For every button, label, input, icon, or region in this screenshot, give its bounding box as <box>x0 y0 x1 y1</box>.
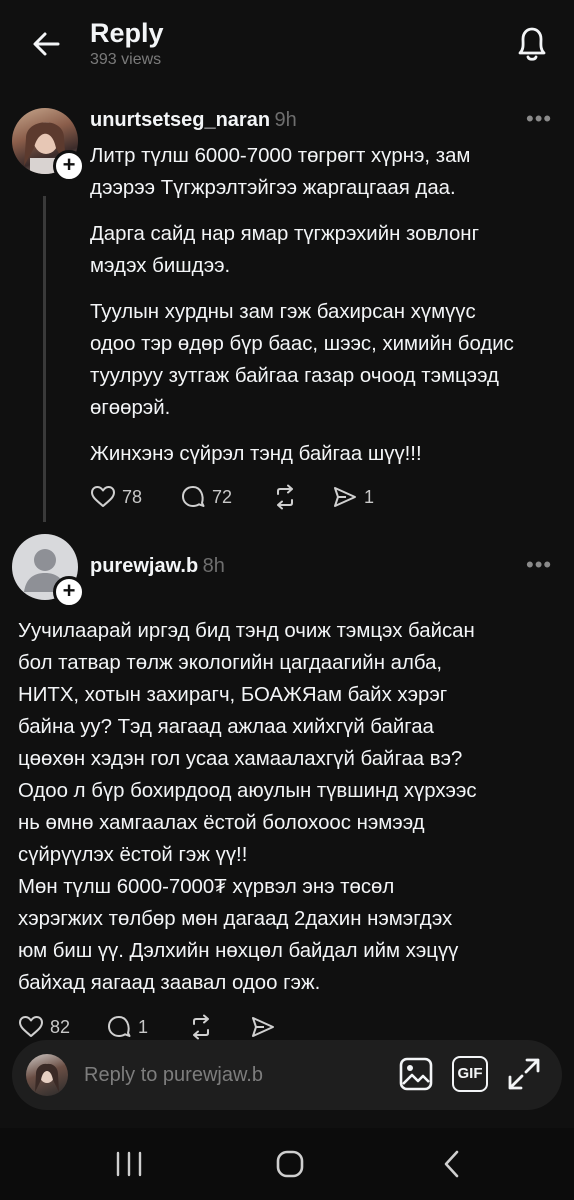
page-title: Reply <box>90 18 164 48</box>
timestamp: 8h <box>202 555 225 577</box>
comment-button[interactable]: 72 <box>180 484 232 510</box>
post-line: Мөн түлш 6000-7000₮ хүрвэл энэ төсөл <box>18 876 395 898</box>
top-app-bar: Reply 393 views <box>0 0 574 88</box>
system-navigation-bar <box>0 1128 574 1200</box>
post-line: бол татвар төлж экологийн цагдаагийн алб… <box>18 652 443 674</box>
post-line: Одоо л бүр бохирдоод аюулын түвшинд хүрх… <box>18 780 477 802</box>
post-line: хэрэгжих төлбөр мөн дагаад 2дахин нэмэгд… <box>18 908 453 930</box>
comment-count: 72 <box>212 486 233 507</box>
post-line: байна уу? Тэд яагаад ажлаа хийхгүй байга… <box>18 716 434 738</box>
post-line: цөөхөн хэдэн гол усаа хамаалахгүй байгаа… <box>18 748 463 770</box>
comment-button[interactable]: 1 <box>106 1014 148 1040</box>
post-line: туулруу зутгаж байгаа газар очоод тэмцээ… <box>90 365 499 387</box>
post-meta: unurtsetseg_naran 9h <box>90 109 297 132</box>
follow-plus-icon[interactable]: + <box>53 576 85 608</box>
more-icon[interactable]: ••• <box>526 106 552 132</box>
share-button[interactable] <box>250 1014 276 1040</box>
expand-icon[interactable] <box>506 1056 542 1097</box>
post-line: Литр түлш 6000-7000 төгрөгт хүрнэ, зам <box>90 145 471 167</box>
share-icon <box>334 487 356 507</box>
heart-icon <box>19 1016 43 1037</box>
repost-icon <box>277 484 293 510</box>
like-count: 78 <box>122 486 143 507</box>
back-arrow-icon[interactable] <box>28 24 68 64</box>
gif-icon[interactable]: GIF <box>452 1056 488 1092</box>
recents-icon[interactable] <box>112 1150 146 1183</box>
like-button[interactable]: 78 <box>90 484 142 510</box>
post-line: өгөөрэй. <box>90 397 171 419</box>
home-icon[interactable] <box>274 1148 306 1185</box>
repost-button[interactable] <box>272 484 298 510</box>
post-line: НИТХ, хотын захирагч, БОАЖЯам байх хэрэг <box>18 684 448 706</box>
post-line: мэдэх бишдээ. <box>90 255 231 277</box>
share-count: 1 <box>364 486 375 507</box>
more-icon[interactable]: ••• <box>526 552 552 578</box>
post-body: Литр түлш 6000-7000 төгрөгт хүрнэ, зам д… <box>90 140 560 470</box>
username[interactable]: unurtsetseg_naran <box>90 109 270 131</box>
bell-icon[interactable] <box>512 22 552 64</box>
share-button[interactable]: 1 <box>332 484 374 510</box>
reply-input[interactable]: Reply to purewjaw.b <box>84 1064 263 1087</box>
post-line: байхад яагаад заавал одоо гэж. <box>18 972 321 994</box>
comment-count: 1 <box>138 1016 149 1037</box>
post-line: одоо тэр өдөр бүр баас, шээс, химийн бод… <box>90 333 514 355</box>
comment-icon <box>182 486 205 507</box>
post-line: сүйрүүлэх ёстой гэж үү!! <box>18 844 248 866</box>
avatar <box>26 1054 68 1096</box>
like-button[interactable]: 82 <box>18 1014 70 1040</box>
view-count: 393 views <box>90 51 162 68</box>
post-line: юм биш үү. Дэлхийн нөхцөл байдал ийм хэц… <box>18 940 459 962</box>
post-line: дээрээ Түгжрэлтэйгээ жаргацгаая даа. <box>90 177 456 199</box>
heart-icon <box>91 486 115 507</box>
post-meta: purewjaw.b 8h <box>90 555 225 578</box>
comment-icon <box>108 1016 131 1037</box>
post-line: Жинхэнэ сүйрэл тэнд байгаа шүү!!! <box>90 443 422 465</box>
like-count: 82 <box>50 1016 71 1037</box>
timestamp: 9h <box>274 109 297 131</box>
thread-line <box>43 196 46 522</box>
nav-back-icon[interactable] <box>438 1148 466 1185</box>
post-line: Уучилаарай иргэд бид тэнд очиж тэмцэх ба… <box>18 620 475 642</box>
post-body: Уучилаарай иргэд бид тэнд очиж тэмцэх ба… <box>18 615 563 999</box>
post-line: нь өмнө хамгаалах ёстой болохоос нэмээд <box>18 812 425 834</box>
post-line: Туулын хурдны зам гэж бахирсан хүмүүс <box>90 301 476 323</box>
share-icon <box>252 1017 274 1037</box>
follow-plus-icon[interactable]: + <box>53 150 85 182</box>
repost-icon <box>193 1014 209 1040</box>
username[interactable]: purewjaw.b <box>90 555 198 577</box>
image-icon[interactable] <box>398 1056 434 1097</box>
post-line: Дарга сайд нар ямар түгжрэхийн зовлонг <box>90 223 480 245</box>
repost-button[interactable] <box>188 1014 214 1040</box>
